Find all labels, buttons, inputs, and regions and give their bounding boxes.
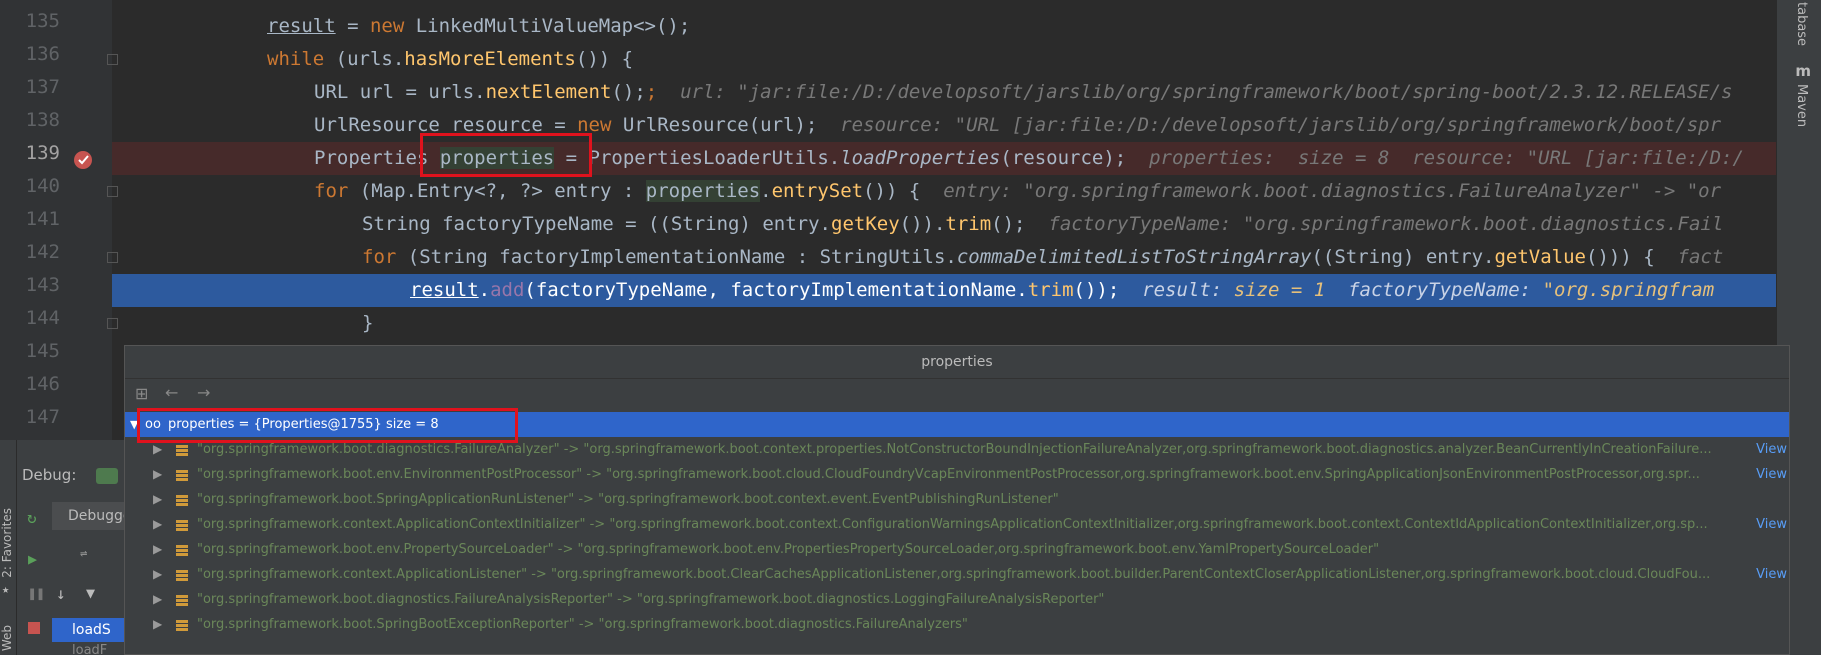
tree-entry-row[interactable]: ▶ "org.springframework.boot.diagnostics.F… <box>125 587 1789 612</box>
maven-icon: m <box>1795 62 1811 80</box>
code-line-137: URL url = urls.nextElement();; url: "jar… <box>314 81 1733 103</box>
popup-toolbar: ⊞ ← → <box>125 379 1789 409</box>
line-number: 141 <box>25 208 60 230</box>
line-number: 145 <box>25 340 60 362</box>
tree-entry-row[interactable]: ▶ "org.springframework.boot.SpringBootExc… <box>125 612 1789 637</box>
tree-entry-row[interactable]: ▶ "org.springframework.context.Applicatio… <box>125 512 1789 537</box>
view-link[interactable]: View <box>1756 462 1787 487</box>
forward-arrow-icon[interactable]: → <box>197 383 210 402</box>
line-number: 142 <box>25 241 60 263</box>
line-number: 136 <box>25 43 60 65</box>
debug-tool-window: Debug: Debugge ↻ ▶ ⇌ ❚❚ ↓ ▼ loadS loadF <box>0 440 132 655</box>
map-entry-icon <box>176 445 188 456</box>
tree-entry-row[interactable]: ▶ "org.springframework.boot.env.PropertyS… <box>125 537 1789 562</box>
expand-arrow-icon[interactable]: ▶ <box>153 612 162 637</box>
frame-item-selected[interactable]: loadS <box>52 618 124 642</box>
editor-gutter: 135 136 137 138 139 140 141 142 143 144 … <box>0 0 118 440</box>
frame-item[interactable]: loadF <box>72 643 107 655</box>
code-line-144: } <box>362 312 374 334</box>
back-arrow-icon[interactable]: ← <box>165 383 178 402</box>
code-line-141: String factoryTypeName = ((String) entry… <box>362 213 1724 235</box>
code-line-140: for (Map.Entry<?, ?> entry : properties.… <box>314 180 1722 202</box>
code-line-135: result = new LinkedMultiValueMap<>(); <box>267 15 691 37</box>
line-number: 139 <box>25 142 60 164</box>
breakpoint-icon[interactable] <box>72 148 96 172</box>
view-link[interactable]: View <box>1756 562 1787 587</box>
star-icon: ★ <box>2 582 10 596</box>
code-line-136: while (urls.hasMoreElements()) { <box>267 48 634 70</box>
line-number: 138 <box>25 109 60 131</box>
line-number: 146 <box>25 373 60 395</box>
debug-label: Debug: <box>22 466 77 484</box>
line-number: 143 <box>25 274 60 296</box>
tree-entry-row[interactable]: ▶ "org.springframework.boot.SpringApplica… <box>125 487 1789 512</box>
highlight-box-root <box>137 408 518 443</box>
view-link[interactable]: View <box>1756 512 1787 537</box>
map-entry-icon <box>176 570 188 581</box>
highlight-box-variable <box>420 133 592 177</box>
add-watch-icon[interactable]: ⊞ <box>135 384 148 403</box>
expand-arrow-icon[interactable]: ▶ <box>153 512 162 537</box>
tab-debugger[interactable]: Debugge <box>52 502 132 530</box>
line-number: 147 <box>25 406 60 428</box>
code-line-139: Properties properties = PropertiesLoader… <box>112 142 1777 175</box>
filter-icon[interactable]: ▼ <box>86 584 95 602</box>
expand-arrow-icon[interactable]: ▶ <box>153 587 162 612</box>
expand-arrow-icon[interactable]: ▶ <box>153 462 162 487</box>
rerun-icon[interactable]: ↻ <box>27 508 37 527</box>
popup-title: properties <box>125 346 1789 379</box>
map-entry-icon <box>176 620 188 631</box>
resume-icon[interactable]: ▶ <box>28 550 37 568</box>
favorites-tool-tab[interactable]: 2: Favorites <box>0 508 14 578</box>
view-link[interactable]: View <box>1756 437 1787 462</box>
expand-arrow-icon[interactable]: ▶ <box>153 562 162 587</box>
debug-config-icon[interactable] <box>96 468 118 484</box>
line-number: 135 <box>25 10 60 32</box>
expand-arrow-icon[interactable]: ▶ <box>153 487 162 512</box>
left-tool-strip: 2: Favorites ★ Web <box>0 440 17 655</box>
maven-tool-tab[interactable]: Maven <box>1794 84 1809 127</box>
map-entry-icon <box>176 595 188 606</box>
code-line-138: UrlResource resource = new UrlResource(u… <box>314 114 1722 136</box>
variable-inspector-popup: properties ⊞ ← → ▼ oo properties = {Prop… <box>124 345 1790 655</box>
tree-entry-row[interactable]: ▶ "org.springframework.context.Applicatio… <box>125 562 1789 587</box>
line-number: 140 <box>25 175 60 197</box>
web-tool-tab[interactable]: Web <box>0 625 14 651</box>
step-over-icon[interactable]: ↓ <box>56 584 66 603</box>
code-line-142: for (String factoryImplementationName : … <box>362 246 1724 268</box>
database-tool-tab[interactable]: tabase <box>1794 2 1809 46</box>
map-entry-icon <box>176 545 188 556</box>
threads-icon[interactable]: ⇌ <box>80 546 87 560</box>
stop-icon[interactable] <box>28 622 40 634</box>
map-entry-icon <box>176 520 188 531</box>
map-entry-icon <box>176 470 188 481</box>
pause-icon[interactable]: ❚❚ <box>28 586 45 602</box>
code-line-143: result.add(factoryTypeName, factoryImple… <box>112 274 1777 307</box>
expand-arrow-icon[interactable]: ▶ <box>153 537 162 562</box>
line-number: 137 <box>25 76 60 98</box>
tree-entry-row[interactable]: ▶ "org.springframework.boot.env.Environme… <box>125 462 1789 487</box>
map-entry-icon <box>176 495 188 506</box>
line-number: 144 <box>25 307 60 329</box>
